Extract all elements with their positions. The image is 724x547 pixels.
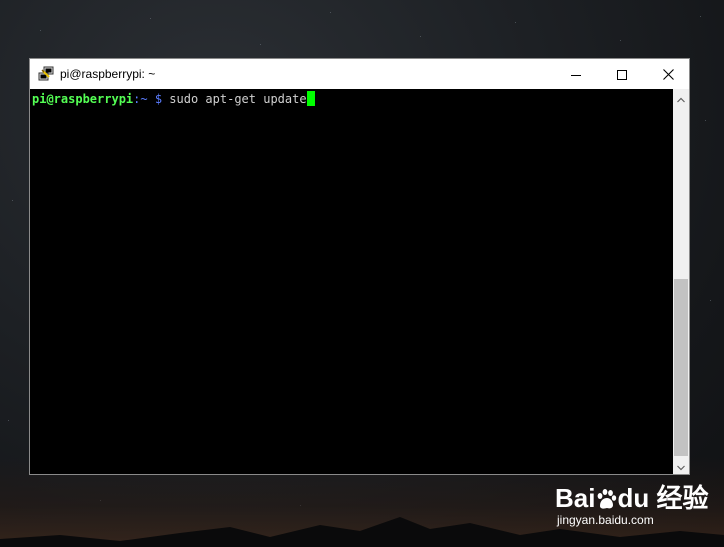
prompt-path: :~ $ [133,92,163,106]
minimize-icon [571,65,581,84]
prompt-user: pi@raspberrypi [32,92,134,106]
vertical-scrollbar[interactable] [673,89,689,474]
scroll-up-button[interactable] [673,89,689,106]
brand-bai: Bai [555,483,596,513]
maximize-button[interactable] [599,59,645,89]
putty-icon[interactable] [38,66,54,82]
baidu-watermark: Bai du 经验 jingyan.baidu.com [555,470,720,532]
terminal-output[interactable]: pi@raspberrypi:~ $ sudo apt-get update [30,89,673,474]
brand-product: 经验 [656,483,709,513]
paw-icon [595,487,617,512]
scroll-thumb[interactable] [674,279,688,456]
terminal-cursor [306,91,315,106]
watermark-url: jingyan.baidu.com [557,513,654,527]
baidu-logo: Bai du 经验 [555,478,708,515]
brand-du: du [617,483,650,513]
close-icon [662,65,674,84]
window-title: pi@raspberrypi: ~ [60,67,156,81]
command-text: sudo apt-get update [169,92,307,106]
maximize-icon [617,65,627,84]
close-button[interactable] [645,59,691,89]
chevron-up-icon [677,88,685,107]
command-line: pi@raspberrypi:~ $ sudo apt-get update [32,91,315,107]
terminal-window: pi@raspberrypi: ~ pi@raspberrypi:~ $ sud… [29,58,690,475]
title-bar[interactable]: pi@raspberrypi: ~ [30,59,689,89]
minimize-button[interactable] [553,59,599,89]
